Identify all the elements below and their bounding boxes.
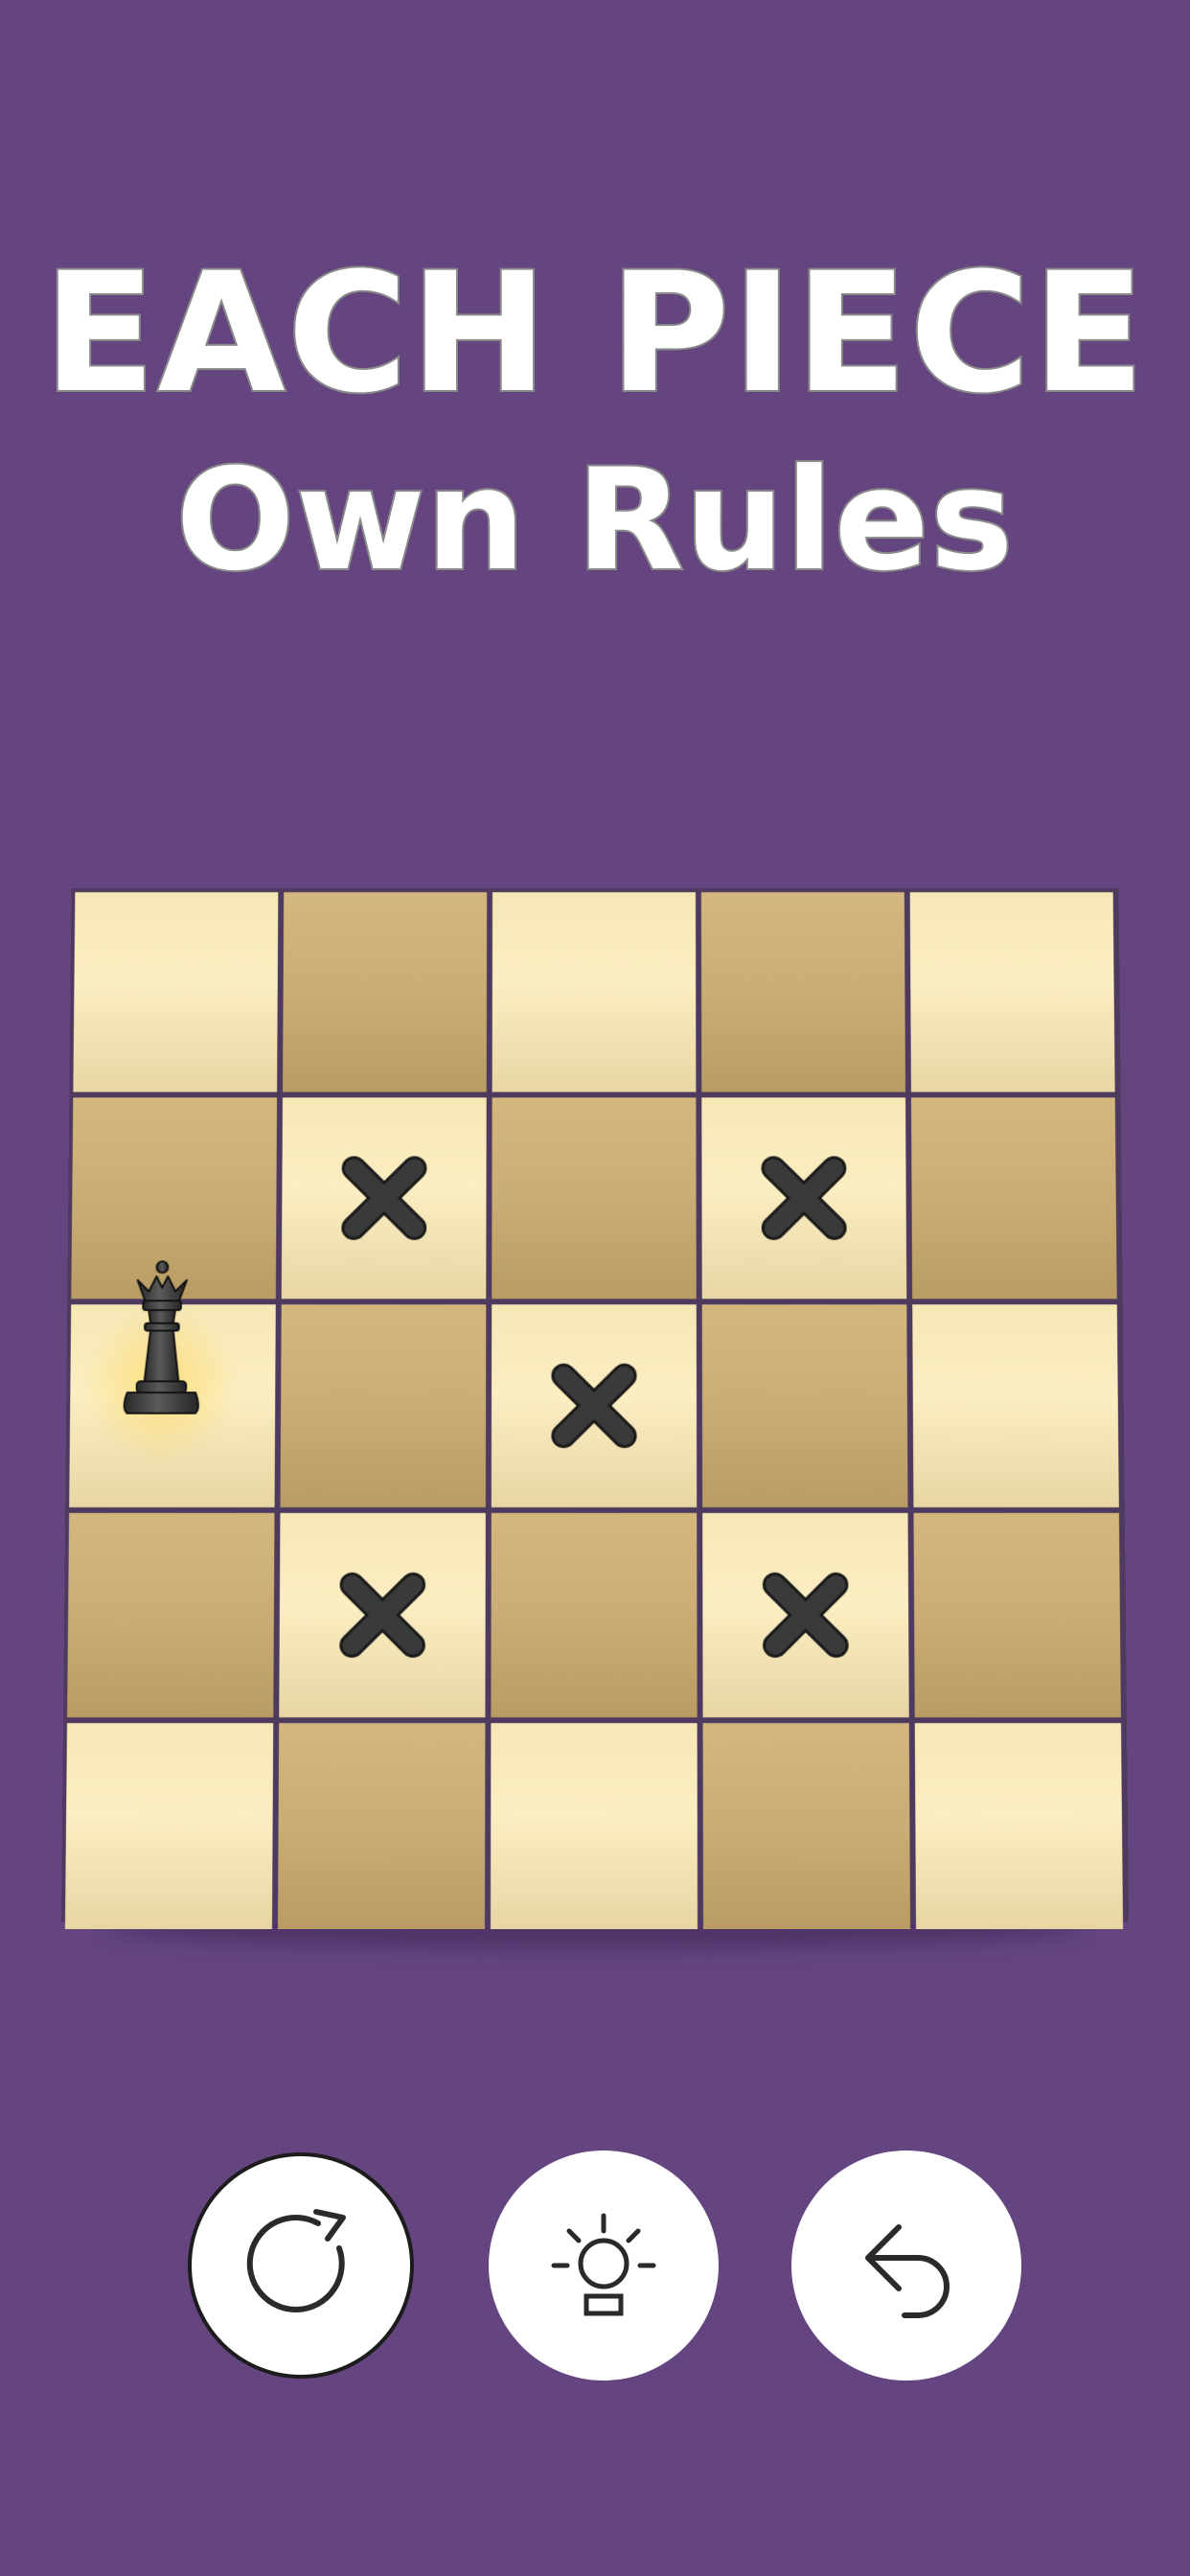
x-mark-icon [757,1152,852,1245]
board-square[interactable] [279,1512,486,1718]
board-square[interactable] [492,1097,697,1300]
board-square[interactable] [491,1304,698,1507]
x-mark-icon [334,1568,430,1663]
board-square[interactable] [910,1097,1117,1300]
board-square[interactable] [283,892,488,1092]
board-square[interactable] [701,1304,908,1507]
board-square[interactable] [69,1304,276,1507]
x-mark-icon [758,1568,854,1663]
board-square[interactable] [490,1723,698,1929]
undo-icon [865,2224,950,2318]
x-mark-icon [336,1152,431,1245]
headline-line-1: EACH PIECE [41,237,1147,429]
board-square[interactable] [281,1097,487,1300]
chess-board [61,888,1129,1929]
board-square[interactable] [491,1512,698,1718]
board-square[interactable] [492,892,697,1092]
lightbulb-icon [551,2213,656,2316]
board-square[interactable] [64,1723,274,1929]
board-square[interactable] [67,1512,275,1718]
queen-icon[interactable] [115,1259,207,1438]
board-square[interactable] [913,1512,1121,1718]
board-square[interactable] [280,1304,487,1507]
restart-icon [246,2209,346,2312]
board-square[interactable] [700,892,906,1092]
board-square[interactable] [914,1723,1124,1929]
restart-button[interactable] [188,2152,414,2379]
headline-line-2: Own Rules [173,439,1015,602]
board-square[interactable] [701,1097,907,1300]
board-square[interactable] [909,892,1115,1092]
board-square[interactable] [73,892,279,1092]
board-square[interactable] [702,1512,909,1718]
board-square[interactable] [277,1723,486,1929]
x-mark-icon [546,1359,641,1453]
undo-button[interactable] [791,2150,1021,2380]
hint-button[interactable] [489,2150,719,2380]
board-square[interactable] [912,1304,1119,1507]
board-square[interactable] [702,1723,911,1929]
